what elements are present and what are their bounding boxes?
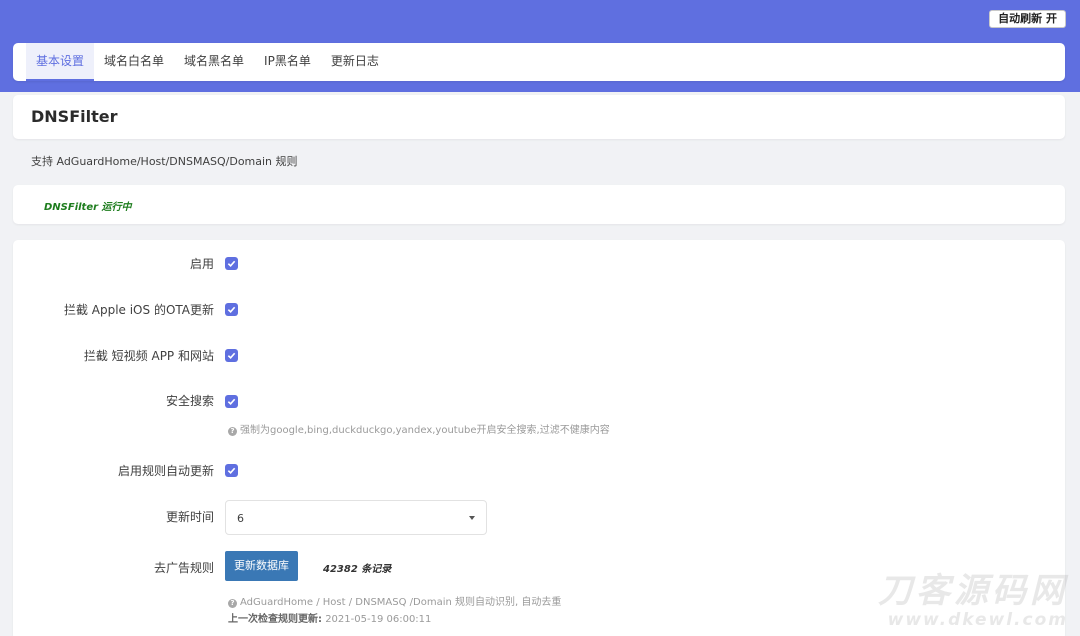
auto-update-checkbox[interactable] — [225, 464, 238, 477]
update-time-select[interactable]: 6 — [225, 500, 487, 535]
update-time-label: 更新时间 — [165, 510, 214, 524]
block-short-video-checkbox[interactable] — [225, 349, 238, 362]
title-card: DNSFilter — [13, 95, 1065, 139]
update-database-button[interactable]: 更新数据库 — [225, 551, 298, 581]
enable-label: 启用 — [189, 257, 214, 271]
safe-search-label: 安全搜索 — [165, 394, 214, 408]
watermark: 刀客源码网 www.dkewl.com — [868, 572, 1068, 632]
tab-basic-settings[interactable]: 基本设置 — [26, 43, 95, 81]
update-time-value: 6 — [237, 512, 244, 525]
tab-ip-blacklist[interactable]: IP黑名单 — [254, 43, 321, 81]
check-icon — [227, 352, 236, 360]
safe-search-help-text: 强制为google,bing,duckduckgo,yandex,youtube… — [240, 425, 610, 436]
auto-refresh-button[interactable]: 自动刷新 开 — [989, 10, 1066, 28]
ad-rules-help: ? AdGuardHome / Host / DNSMASQ /Domain 规则… — [228, 593, 561, 608]
ad-rules-help-text: AdGuardHome / Host / DNSMASQ /Domain 规则自… — [240, 597, 562, 608]
check-icon — [227, 467, 236, 475]
check-icon — [227, 260, 236, 268]
question-icon: ? — [228, 427, 237, 436]
status-card: DNSFilter 运行中 — [13, 185, 1065, 224]
last-check-time: 2021-05-19 06:00:11 — [325, 614, 432, 625]
check-icon — [227, 398, 236, 406]
last-check: 上一次检查规则更新: 2021-05-19 06:00:11 — [228, 610, 431, 625]
watermark-url: www.dkewl.com — [887, 610, 1068, 630]
safe-search-help: ? 强制为google,bing,duckduckgo,yandex,youtub… — [228, 421, 610, 436]
block-ios-ota-label: 拦截 Apple iOS 的OTA更新 — [63, 303, 214, 317]
block-ios-ota-checkbox[interactable] — [225, 303, 238, 316]
running-status: DNSFilter 运行中 — [44, 202, 132, 213]
auto-update-label: 启用规则自动更新 — [117, 464, 214, 478]
block-short-video-label: 拦截 短视频 APP 和网站 — [83, 349, 214, 363]
last-check-label: 上一次检查规则更新: — [228, 614, 322, 625]
watermark-title: 刀客源码网 — [878, 571, 1068, 611]
safe-search-checkbox[interactable] — [225, 395, 238, 408]
tab-changelog[interactable]: 更新日志 — [321, 43, 389, 81]
tab-domain-blacklist[interactable]: 域名黑名单 — [174, 43, 254, 81]
chevron-down-icon — [469, 516, 475, 520]
check-icon — [227, 306, 236, 314]
page-title: DNSFilter — [31, 107, 118, 126]
page-description: 支持 AdGuardHome/Host/DNSMASQ/Domain 规则 — [31, 155, 298, 168]
question-icon: ? — [228, 599, 237, 608]
tab-bar: 基本设置 域名白名单 域名黑名单 IP黑名单 更新日志 — [13, 43, 1065, 81]
enable-checkbox[interactable] — [225, 257, 238, 270]
ad-rules-label: 去广告规则 — [153, 561, 214, 575]
record-count: 42382 条记录 — [323, 564, 392, 575]
tab-domain-whitelist[interactable]: 域名白名单 — [94, 43, 174, 81]
